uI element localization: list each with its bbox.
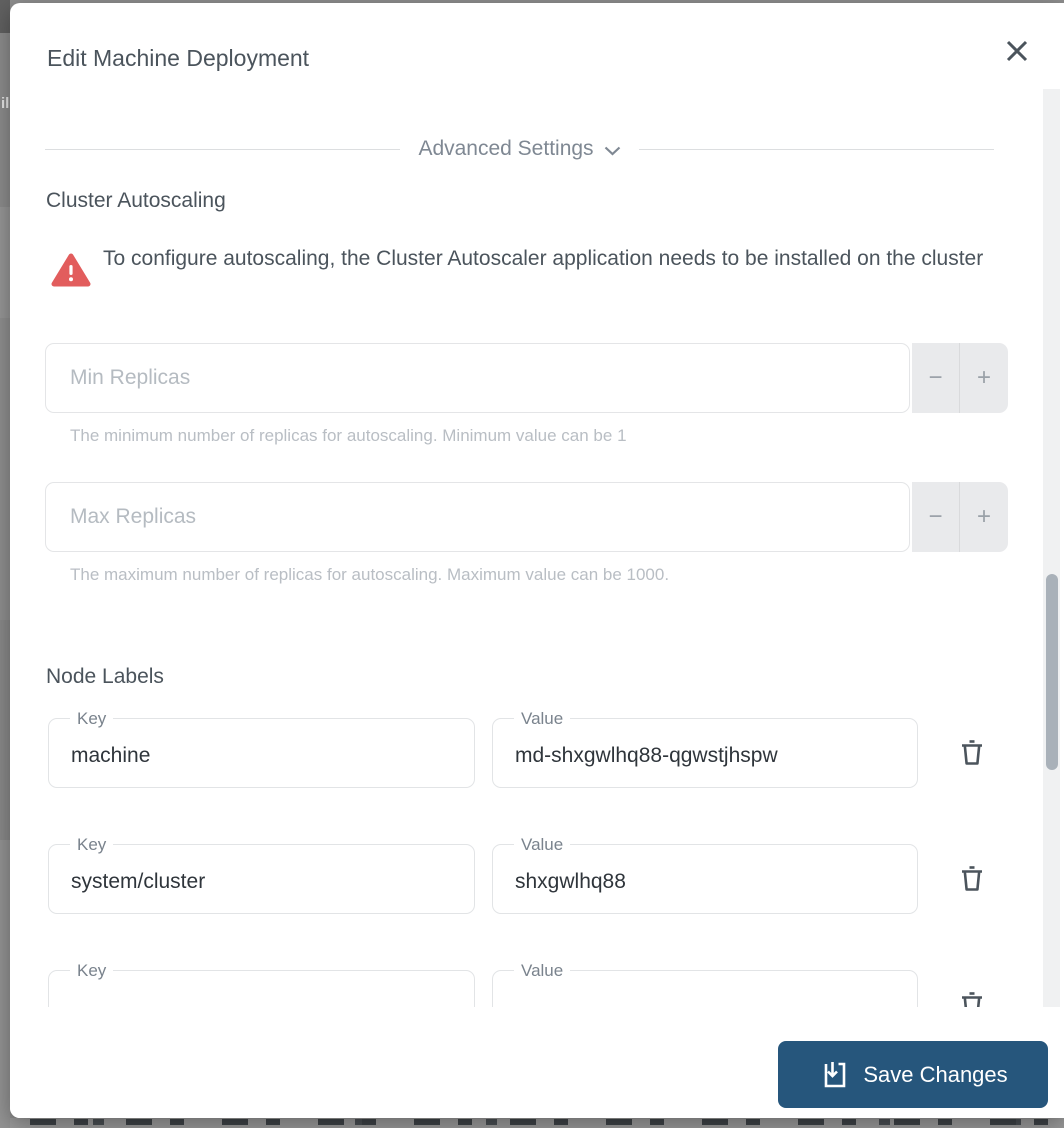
cluster-autoscaling-heading: Cluster Autoscaling [46, 189, 226, 212]
max-replicas-increment-button[interactable]: + [960, 482, 1008, 552]
max-replicas-hint: The maximum number of replicas for autos… [70, 565, 670, 584]
node-label-key-field: Key [48, 709, 475, 788]
key-label: Key [70, 709, 114, 729]
node-label-value-field: Value [492, 961, 918, 1007]
background-text-fragment: il [1, 95, 10, 112]
node-label-value-field: Value [492, 835, 918, 914]
min-replicas-hint: The minimum number of replicas for autos… [70, 426, 627, 445]
divider [45, 148, 401, 150]
node-labels-heading: Node Labels [46, 665, 164, 688]
node-label-key-field: Key [48, 961, 475, 1007]
save-changes-button[interactable]: Save Changes [778, 1041, 1048, 1108]
key-label: Key [70, 835, 114, 855]
node-label-key-input[interactable] [49, 719, 474, 787]
dialog-body: Advanced Settings Cluster Autoscaling To… [10, 89, 1064, 1007]
max-replicas-stepper: − + [912, 482, 1008, 552]
delete-label-row-button[interactable] [957, 990, 987, 1007]
page-overlay-left: il [0, 0, 10, 1128]
max-replicas-decrement-button[interactable]: − [912, 482, 960, 552]
save-icon [818, 1060, 848, 1090]
node-label-value-input[interactable] [493, 719, 917, 787]
node-label-value-field: Value [492, 709, 918, 788]
dialog-header: Edit Machine Deployment [10, 3, 1064, 89]
scrollbar-track[interactable] [1043, 89, 1060, 1007]
delete-label-row-button[interactable] [957, 864, 987, 896]
chevron-down-icon [604, 146, 621, 156]
node-label-value-input[interactable] [493, 845, 917, 913]
max-replicas-field: − + [45, 482, 1008, 552]
value-label: Value [514, 835, 571, 855]
close-icon [1004, 40, 1030, 67]
max-replicas-input[interactable] [45, 482, 910, 552]
trash-icon [958, 866, 986, 897]
key-label: Key [70, 961, 114, 981]
warning-icon [51, 252, 91, 293]
background-clipped-text [30, 1119, 1064, 1125]
autoscaling-warning-text: To configure autoscaling, the Cluster Au… [103, 247, 984, 270]
page-overlay-bottom [10, 1118, 1064, 1128]
delete-label-row-button[interactable] [957, 738, 987, 770]
min-replicas-decrement-button[interactable]: − [912, 343, 960, 413]
divider [638, 148, 994, 150]
edit-machine-deployment-dialog: Edit Machine Deployment Advanced Setting… [10, 3, 1064, 1118]
trash-icon [958, 740, 986, 771]
min-replicas-increment-button[interactable]: + [960, 343, 1008, 413]
dialog-title: Edit Machine Deployment [47, 45, 310, 71]
min-replicas-field: − + [45, 343, 1008, 413]
min-replicas-input[interactable] [45, 343, 910, 413]
close-button[interactable] [1003, 38, 1031, 66]
save-changes-label: Save Changes [863, 1061, 1008, 1087]
min-replicas-stepper: − + [912, 343, 1008, 413]
advanced-settings-label: Advanced Settings [418, 137, 594, 160]
value-label: Value [514, 961, 571, 981]
node-label-key-field: Key [48, 835, 475, 914]
advanced-settings-toggle[interactable]: Advanced Settings [45, 134, 994, 164]
node-label-key-input[interactable] [49, 845, 474, 913]
value-label: Value [514, 709, 571, 729]
scrollbar-thumb[interactable] [1046, 574, 1058, 770]
dialog-footer: Save Changes [10, 1007, 1064, 1118]
